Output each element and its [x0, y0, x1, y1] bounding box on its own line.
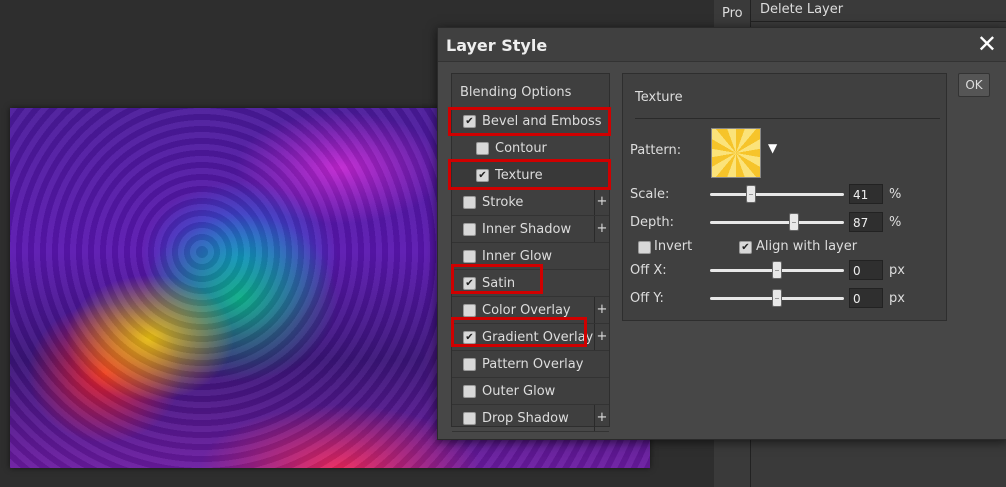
blending-options-item[interactable]: Blending Options	[452, 74, 609, 108]
scale-input[interactable]: 41	[849, 184, 883, 204]
depth-slider-thumb[interactable]	[789, 213, 799, 231]
offy-label: Off Y:	[630, 291, 664, 306]
inner-shadow-checkbox[interactable]	[463, 222, 476, 236]
scale-slider-track[interactable]	[710, 193, 844, 196]
scale-slider-thumb[interactable]	[746, 185, 756, 203]
style-item-contour[interactable]: Contour	[452, 135, 609, 162]
delete-layer-item[interactable]: Delete Layer	[760, 2, 1000, 20]
stroke-add-button[interactable]: +	[594, 189, 609, 215]
pattern-overlay-checkbox[interactable]	[463, 357, 476, 371]
depth-label: Depth:	[630, 215, 674, 230]
align-checkbox[interactable]: ✔	[739, 241, 752, 254]
style-item-label: Contour	[495, 140, 547, 156]
inner-glow-checkbox[interactable]	[463, 249, 476, 263]
pattern-swatch[interactable]	[711, 128, 761, 178]
style-item-label: Inner Glow	[482, 248, 553, 264]
panel-divider	[751, 21, 1006, 22]
style-item-stroke[interactable]: Stroke +	[452, 189, 609, 216]
style-item-inner-glow[interactable]: Inner Glow	[452, 243, 609, 270]
style-item-drop-shadow[interactable]: Drop Shadow +	[452, 405, 609, 432]
pattern-dropdown-icon[interactable]: ▼	[768, 141, 777, 155]
offx-label: Off X:	[630, 263, 667, 278]
style-item-label: Color Overlay	[482, 302, 571, 318]
stroke-checkbox[interactable]	[463, 195, 476, 209]
style-item-label: Drop Shadow	[482, 410, 569, 426]
texture-title: Texture	[635, 90, 683, 105]
bevel-and-emboss-checkbox[interactable]: ✔	[463, 114, 476, 128]
depth-input[interactable]: 87	[849, 212, 883, 232]
style-item-label: Texture	[495, 167, 543, 183]
invert-checkbox[interactable]	[638, 241, 651, 254]
satin-checkbox[interactable]: ✔	[463, 276, 476, 290]
style-item-label: Satin	[482, 275, 516, 291]
gradient-overlay-checkbox[interactable]: ✔	[463, 330, 476, 344]
offx-unit: px	[889, 263, 905, 278]
texture-checkbox[interactable]: ✔	[476, 168, 489, 182]
style-item-texture[interactable]: ✔ Texture	[452, 162, 609, 189]
style-item-inner-shadow[interactable]: Inner Shadow +	[452, 216, 609, 243]
style-item-label: Bevel and Emboss	[482, 113, 602, 129]
offy-input[interactable]: 0	[849, 288, 883, 308]
scale-label: Scale:	[630, 187, 670, 202]
style-item-bevel-and-emboss[interactable]: ✔ Bevel and Emboss	[452, 108, 609, 135]
style-items: ✔ Bevel and Emboss Contour ✔ Texture Stroke + I…	[452, 108, 609, 432]
color-overlay-checkbox[interactable]	[463, 303, 476, 317]
invert-label: Invert	[654, 239, 693, 254]
outer-glow-checkbox[interactable]	[463, 384, 476, 398]
contour-checkbox[interactable]	[476, 141, 489, 155]
drop-shadow-checkbox[interactable]	[463, 411, 476, 425]
color-overlay-add-button[interactable]: +	[594, 297, 609, 323]
style-item-outer-glow[interactable]: Outer Glow	[452, 378, 609, 405]
pattern-label: Pattern:	[630, 143, 682, 158]
offy-unit: px	[889, 291, 905, 306]
layer-style-dialog: Layer Style ✕ Blending Options ✔ Bevel an…	[437, 27, 1006, 440]
offy-slider-thumb[interactable]	[772, 289, 782, 307]
pro-tab[interactable]: Pro	[722, 6, 743, 21]
gradient-overlay-add-button[interactable]: +	[594, 324, 609, 350]
drop-shadow-add-button[interactable]: +	[594, 405, 609, 431]
ok-button[interactable]: OK	[958, 73, 990, 97]
depth-slider-track[interactable]	[710, 221, 844, 224]
style-list: Blending Options ✔ Bevel and Emboss Contou…	[451, 73, 610, 432]
style-item-label: Inner Shadow	[482, 221, 572, 237]
style-item-label: Pattern Overlay	[482, 356, 584, 372]
offx-slider-thumb[interactable]	[772, 261, 782, 279]
style-item-gradient-overlay[interactable]: ✔ Gradient Overlay +	[452, 324, 609, 351]
style-item-satin[interactable]: ✔ Satin	[452, 270, 609, 297]
scale-unit: %	[889, 187, 902, 202]
style-item-pattern-overlay[interactable]: Pattern Overlay	[452, 351, 609, 378]
offx-input[interactable]: 0	[849, 260, 883, 280]
style-item-color-overlay[interactable]: Color Overlay +	[452, 297, 609, 324]
texture-panel: Texture Pattern: ▼ Scale: 41 % Depth: 87…	[622, 73, 947, 321]
style-item-label: Gradient Overlay	[482, 329, 594, 345]
dialog-title: Layer Style	[446, 36, 548, 55]
style-item-label: Outer Glow	[482, 383, 556, 399]
inner-shadow-add-button[interactable]: +	[594, 216, 609, 242]
align-label: Align with layer	[756, 239, 858, 254]
depth-unit: %	[889, 215, 902, 230]
style-item-label: Stroke	[482, 194, 524, 210]
close-icon[interactable]: ✕	[977, 30, 997, 58]
texture-divider	[635, 118, 940, 119]
